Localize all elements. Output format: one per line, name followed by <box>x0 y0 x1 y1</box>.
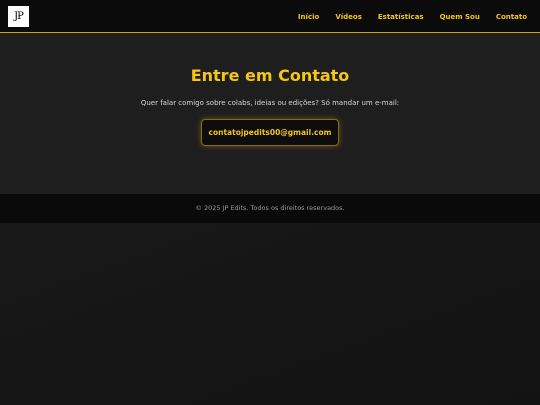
nav-link-estatisticas[interactable]: Estatísticas <box>378 13 424 21</box>
contact-section: Entre em Contato Quer falar comigo sobre… <box>0 33 540 194</box>
nav-link-videos[interactable]: Vídeos <box>335 13 362 21</box>
nav-link-quem-sou[interactable]: Quem Sou <box>440 13 480 21</box>
nav-link-contato[interactable]: Contato <box>496 13 527 21</box>
page-background <box>0 223 540 405</box>
footer: © 2025 JP Edits. Todos os direitos reser… <box>0 194 540 223</box>
contact-title: Entre em Contato <box>190 66 350 85</box>
top-navigation-bar: JP Início Vídeos Estatísticas Quem Sou C… <box>0 0 540 33</box>
nav-link-inicio[interactable]: Início <box>298 13 319 21</box>
logo[interactable]: JP <box>8 6 29 27</box>
contact-description: Quer falar comigo sobre colabs, ideias o… <box>140 99 400 107</box>
email-button[interactable]: contatojpedits00@gmail.com <box>201 119 339 146</box>
footer-copyright: © 2025 JP Edits. Todos os direitos reser… <box>195 204 345 212</box>
main-nav: Início Vídeos Estatísticas Quem Sou Cont… <box>282 0 527 33</box>
